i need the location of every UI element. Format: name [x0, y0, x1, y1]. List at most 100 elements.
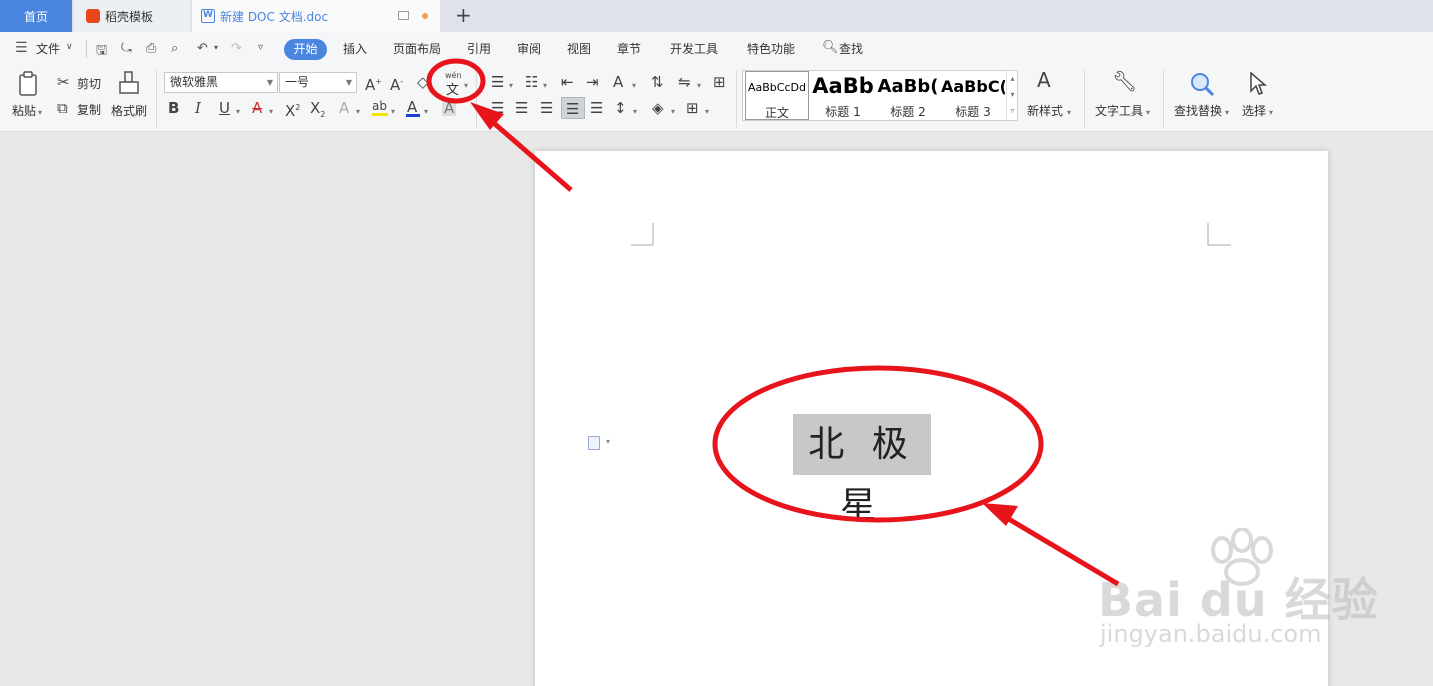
find-replace-label[interactable]: 查找替换	[1174, 102, 1222, 119]
customize-quick-access-icon[interactable]: ▿	[258, 42, 263, 53]
export-icon[interactable]: ⤿	[121, 41, 132, 56]
paragraph-handle-icon[interactable]	[588, 436, 600, 450]
menu-file[interactable]: 文件	[36, 40, 60, 57]
paste-dropdown-icon[interactable]: ▾	[38, 105, 42, 121]
tab-start[interactable]: 开始	[284, 39, 327, 60]
borders-icon[interactable]: ⊞	[686, 100, 699, 116]
character-shading-icon[interactable]: A	[442, 100, 457, 116]
tab-docer-templates[interactable]: 稻壳模板	[74, 0, 190, 32]
find-replace-icon[interactable]	[1190, 72, 1216, 98]
font-color-icon[interactable]: A	[407, 99, 417, 115]
copy-icon[interactable]: ⧉	[57, 100, 68, 116]
font-name-select[interactable]: 微软雅黑 ▼	[164, 72, 278, 93]
text-tools-dropdown-icon[interactable]: ▾	[1146, 105, 1150, 121]
bullet-list-icon[interactable]: ☰	[491, 74, 504, 90]
tab-home[interactable]: 首页	[0, 0, 72, 32]
change-case-dropdown-icon[interactable]: ▾	[632, 78, 636, 94]
show-marks-dropdown-icon[interactable]: ▾	[697, 78, 701, 94]
paragraph-handle-dropdown-icon[interactable]: ▾	[606, 437, 610, 446]
search-label[interactable]: 查找	[839, 40, 863, 57]
phonetic-dropdown-icon[interactable]: ▾	[464, 78, 468, 94]
highlight-icon[interactable]: ab	[372, 98, 387, 114]
tab-chapter[interactable]: 章节	[617, 40, 641, 57]
text-tools-label[interactable]: 文字工具	[1095, 102, 1143, 119]
new-style-dropdown-icon[interactable]: ▾	[1067, 105, 1071, 121]
align-center-icon[interactable]: ☰	[515, 100, 528, 116]
increase-font-size-icon[interactable]: A+	[365, 74, 382, 93]
italic-button[interactable]: I	[195, 100, 201, 116]
redo-icon[interactable]: ↷	[231, 41, 242, 56]
decrease-font-size-icon[interactable]: A-	[390, 74, 403, 93]
new-tab-button[interactable]: +	[455, 4, 472, 26]
increase-indent-icon[interactable]: ⇥	[586, 74, 599, 90]
new-style-icon[interactable]: A	[1037, 70, 1051, 90]
line-spacing-icon[interactable]: ↕	[614, 100, 627, 116]
highlight-dropdown-icon[interactable]: ▾	[391, 104, 395, 120]
align-right-icon[interactable]: ☰	[540, 100, 553, 116]
strikethrough-dropdown-icon[interactable]: ▾	[269, 104, 273, 120]
style-heading-1[interactable]: AaBb 标题 1	[811, 71, 875, 120]
change-case-icon[interactable]: A	[613, 74, 623, 90]
underline-button[interactable]: U	[219, 100, 230, 116]
cursor-arrow-icon[interactable]	[1249, 72, 1267, 96]
find-replace-dropdown-icon[interactable]: ▾	[1225, 105, 1229, 121]
scissors-icon[interactable]: ✂	[57, 74, 70, 90]
selected-text[interactable]: 北 极 星	[793, 414, 931, 526]
new-style-label[interactable]: 新样式	[1027, 102, 1063, 119]
tab-view[interactable]: 视图	[567, 40, 591, 57]
text-effect-icon[interactable]: A	[339, 100, 349, 116]
style-heading-3[interactable]: AaBbC( 标题 3	[941, 71, 1005, 120]
tab-insert[interactable]: 插入	[343, 40, 367, 57]
tab-special-features[interactable]: 特色功能	[747, 40, 795, 57]
cut-label[interactable]: 剪切	[77, 75, 101, 92]
format-painter-label[interactable]: 格式刷	[111, 102, 147, 119]
text-effect-dropdown-icon[interactable]: ▾	[356, 104, 360, 120]
monitor-icon[interactable]	[398, 11, 409, 20]
font-color-dropdown-icon[interactable]: ▾	[424, 104, 428, 120]
shading-dropdown-icon[interactable]: ▾	[671, 104, 675, 120]
paste-icon[interactable]	[17, 71, 41, 97]
strikethrough-icon[interactable]: A	[252, 100, 262, 116]
font-size-select[interactable]: 一号 ▼	[279, 72, 357, 93]
chevron-down-icon[interactable]: ∨	[66, 42, 73, 52]
copy-label[interactable]: 复制	[77, 101, 101, 118]
tab-document[interactable]: W 新建 DOC 文档.doc	[192, 0, 440, 32]
bold-button[interactable]: B	[168, 100, 179, 116]
numbered-dropdown-icon[interactable]: ▾	[543, 78, 547, 94]
paste-label[interactable]: 粘贴	[12, 102, 36, 119]
tab-page-layout[interactable]: 页面布局	[393, 40, 441, 57]
subscript-icon[interactable]: X2	[310, 100, 325, 123]
decrease-indent-icon[interactable]: ⇤	[561, 74, 574, 90]
borders-dropdown-icon[interactable]: ▾	[705, 104, 709, 120]
tab-review[interactable]: 审阅	[517, 40, 541, 57]
save-icon[interactable]: 🖫	[96, 41, 107, 63]
align-left-icon[interactable]: ☰	[491, 100, 504, 116]
print-preview-icon[interactable]: ⌕	[171, 41, 178, 56]
select-label[interactable]: 选择	[1242, 102, 1266, 119]
table-grid-icon[interactable]: ⊞	[713, 74, 726, 90]
numbered-list-icon[interactable]: ☷	[525, 74, 538, 90]
phonetic-guide-icon[interactable]: 文	[446, 79, 459, 98]
print-icon[interactable]: ⎙	[146, 41, 156, 56]
styles-scroll[interactable]: ▴ ▾ ▿	[1006, 71, 1018, 120]
line-spacing-dropdown-icon[interactable]: ▾	[633, 104, 637, 120]
tab-developer[interactable]: 开发工具	[670, 40, 718, 57]
bullet-dropdown-icon[interactable]: ▾	[509, 78, 513, 94]
hamburger-icon[interactable]: ☰	[15, 40, 28, 56]
justify-button[interactable]: ☰	[561, 97, 585, 119]
style-normal[interactable]: AaBbCcDd 正文	[745, 71, 809, 120]
show-marks-icon[interactable]: ⇋	[678, 74, 691, 90]
wrench-icon[interactable]: 🔧︎	[1112, 71, 1137, 91]
superscript-icon[interactable]: X2	[285, 100, 300, 119]
undo-dropdown-icon[interactable]: ▾	[214, 43, 218, 52]
select-dropdown-icon[interactable]: ▾	[1269, 105, 1273, 121]
distributed-align-icon[interactable]: ☰	[590, 100, 603, 116]
format-painter-icon[interactable]	[118, 71, 140, 97]
style-heading-2[interactable]: AaBb( 标题 2	[876, 71, 940, 120]
search-icon[interactable]: 🔍︎	[822, 40, 839, 55]
clear-format-icon[interactable]: ◇	[417, 74, 429, 90]
shading-icon[interactable]: ◈	[652, 100, 664, 116]
undo-icon[interactable]: ↶	[197, 41, 208, 56]
tab-references[interactable]: 引用	[467, 40, 491, 57]
sort-icon[interactable]: ⇅	[651, 74, 664, 90]
